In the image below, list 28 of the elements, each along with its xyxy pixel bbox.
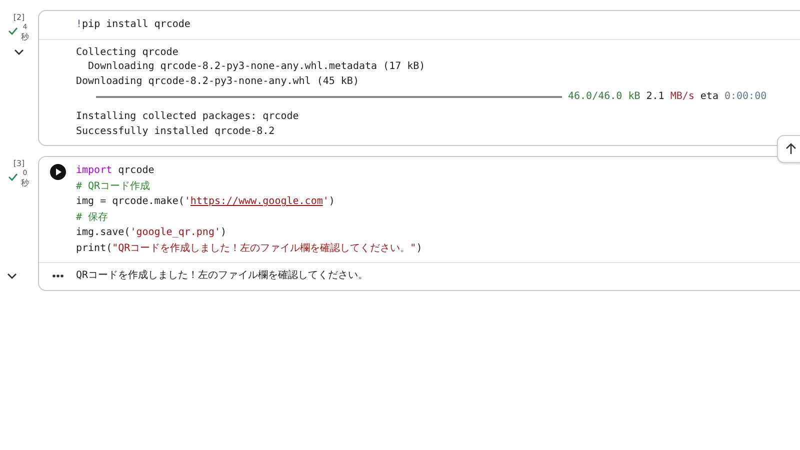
code-line: !pip install qrcode bbox=[76, 18, 192, 32]
output-line: Downloading qrcode-8.2-py3-none-any.whl.metadata (17 kB) bbox=[87, 60, 426, 74]
code-line: print("QRコードを作成しました！左のファイル欄を確認してください。") bbox=[76, 242, 424, 256]
progress-text: eta bbox=[700, 91, 718, 102]
move-up-button[interactable] bbox=[777, 135, 800, 163]
progress-text: 2.1 bbox=[646, 91, 664, 102]
more-icon[interactable] bbox=[52, 274, 64, 278]
run-button[interactable] bbox=[50, 164, 66, 180]
code-line: img = qrcode.make('https://www.google.com') bbox=[76, 195, 336, 209]
progress-text: MB/s bbox=[670, 91, 694, 102]
code-line: # QRコード作成 bbox=[76, 180, 152, 194]
output-line: Collecting qrcode bbox=[76, 46, 180, 60]
chevron-down-icon[interactable] bbox=[7, 273, 17, 280]
progress-text: 46.0/46.0 kB bbox=[568, 91, 640, 102]
output-line: Successfully installed qrcode-8.2 bbox=[76, 124, 276, 138]
execution-count: [2] bbox=[13, 13, 25, 22]
code-line: img.save('google_qr.png') bbox=[76, 226, 228, 240]
arrow-up-icon bbox=[785, 143, 797, 155]
code-line: # 保存 bbox=[76, 210, 110, 224]
execution-count: [3] bbox=[13, 159, 25, 168]
output-line: Installing collected packages: qrcode bbox=[76, 110, 300, 124]
time-unit: 秒 bbox=[21, 33, 29, 42]
time-unit: 秒 bbox=[21, 179, 29, 188]
output-line: Downloading qrcode-8.2-py3-none-any.whl (45 kB) bbox=[76, 74, 360, 88]
code-line: import qrcode bbox=[76, 164, 156, 178]
output-line: QRコードを作成しました！左のファイル欄を確認してください。 bbox=[76, 269, 370, 283]
chevron-down-icon[interactable] bbox=[14, 49, 24, 55]
progress-text: 0:00:00 bbox=[724, 91, 767, 102]
